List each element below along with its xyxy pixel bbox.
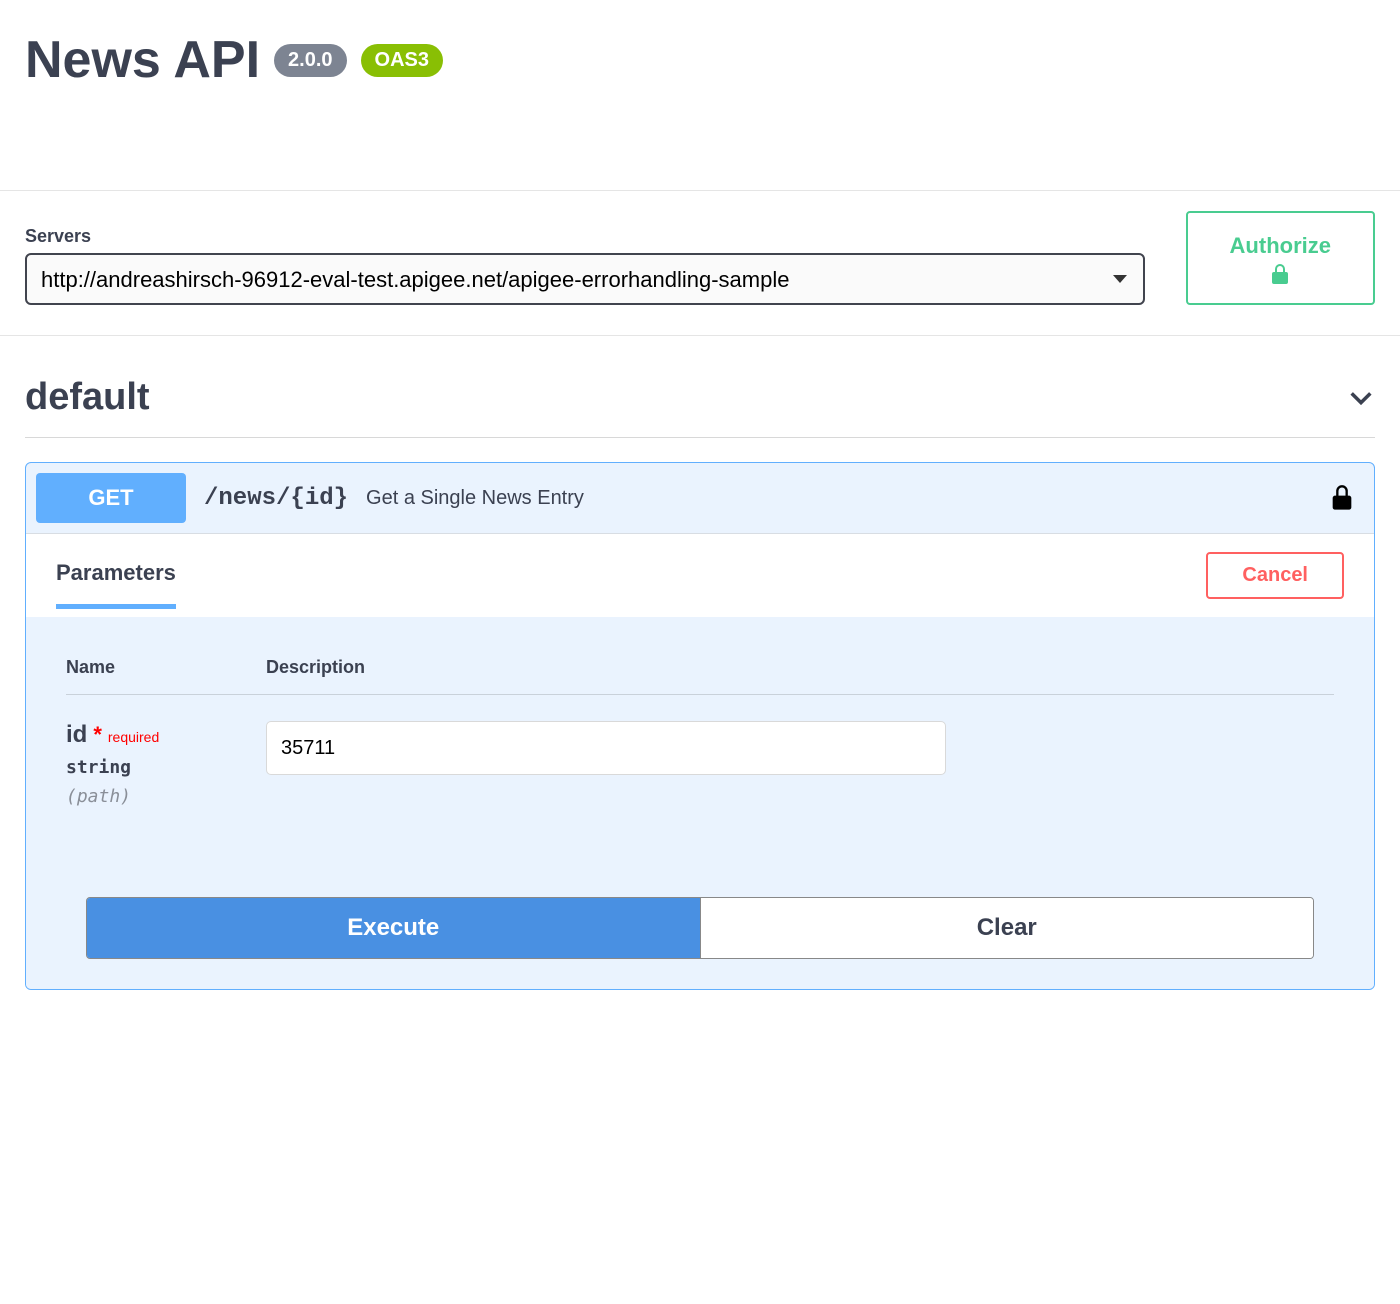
clear-button[interactable]: Clear [700, 898, 1314, 958]
operation-description: Get a Single News Entry [366, 487, 584, 510]
cancel-button[interactable]: Cancel [1206, 552, 1344, 599]
parameter-name: id [66, 721, 87, 749]
required-text: required [108, 729, 159, 745]
http-method-badge: GET [36, 473, 186, 523]
title-row: News API 2.0.0 OAS3 [25, 30, 1375, 90]
tag-name: default [25, 376, 150, 419]
parameter-in: (path) [66, 786, 266, 807]
api-info-section: News API 2.0.0 OAS3 [0, 0, 1400, 190]
column-description-header: Description [266, 657, 1334, 678]
servers-bar: Servers http://andreashirsch-96912-eval-… [0, 190, 1400, 336]
authorize-button[interactable]: Authorize [1186, 211, 1375, 305]
parameter-input[interactable] [266, 721, 946, 775]
param-columns-header: Name Description [66, 657, 1334, 695]
chevron-down-icon [1347, 384, 1375, 412]
operation-summary[interactable]: GET /news/{id} Get a Single News Entry [26, 463, 1374, 533]
column-name-header: Name [66, 657, 266, 678]
api-title: News API [25, 30, 260, 90]
servers-label: Servers [25, 226, 1145, 247]
tag-section: default [0, 336, 1400, 448]
oas-badge: OAS3 [361, 44, 443, 77]
parameters-body: Name Description id * required string (p… [26, 617, 1374, 989]
action-row: Execute Clear [86, 897, 1314, 959]
required-star: * [93, 722, 102, 748]
parameter-row: id * required string (path) [66, 695, 1334, 807]
server-select[interactable]: http://andreashirsch-96912-eval-test.api… [25, 253, 1145, 305]
execute-button[interactable]: Execute [87, 898, 700, 958]
lock-icon[interactable] [1330, 484, 1354, 512]
parameter-name-line: id * required [66, 721, 159, 749]
parameter-type: string [66, 757, 266, 778]
version-badge: 2.0.0 [274, 44, 346, 77]
parameters-header: Parameters Cancel [26, 533, 1374, 617]
authorize-label: Authorize [1230, 233, 1331, 259]
parameters-tab[interactable]: Parameters [56, 560, 176, 609]
server-select-wrap: http://andreashirsch-96912-eval-test.api… [25, 253, 1145, 305]
lock-icon [1270, 263, 1290, 285]
parameter-input-cell [266, 721, 1334, 775]
parameter-meta: id * required string (path) [66, 721, 266, 807]
operation-path: /news/{id} [204, 485, 348, 512]
servers-column: Servers http://andreashirsch-96912-eval-… [25, 226, 1145, 305]
operation-block: GET /news/{id} Get a Single News Entry P… [25, 462, 1375, 990]
tag-header[interactable]: default [25, 376, 1375, 438]
